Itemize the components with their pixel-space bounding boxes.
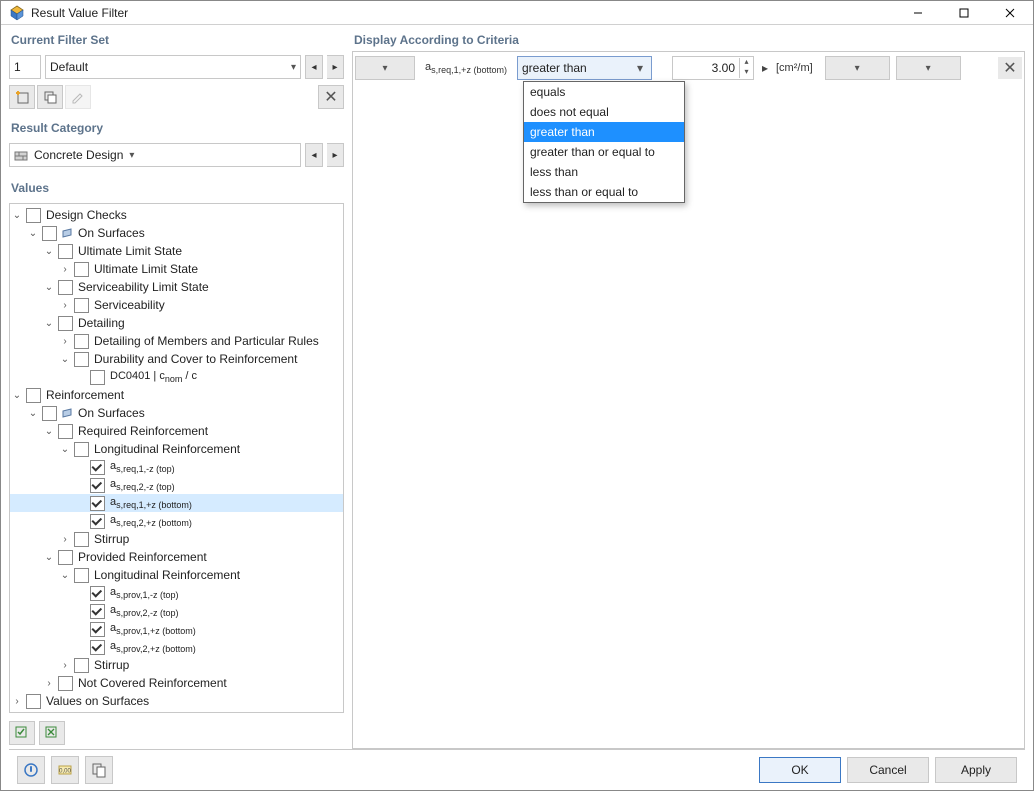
category-select[interactable]: Concrete Design ▾ (9, 143, 301, 167)
tree-node-values-on-surfaces[interactable]: › Values on Surfaces (10, 692, 343, 710)
tree-node-req-1-pz[interactable]: as,req,1,+z (bottom) (10, 494, 343, 512)
tree-node-uls[interactable]: ⌄ Ultimate Limit State (10, 242, 343, 260)
details-button[interactable] (17, 756, 45, 784)
units-button[interactable]: 0,00 (51, 756, 79, 784)
filter-set-next-button[interactable]: ▸ (327, 55, 344, 79)
tree-node-prov-1-mz[interactable]: as,prov,1,-z (top) (10, 584, 343, 602)
deselect-all-button[interactable] (39, 721, 65, 745)
tree-node-req-stirrup[interactable]: › Stirrup (10, 530, 343, 548)
operator-option-not-equal[interactable]: does not equal (524, 102, 684, 122)
tree-node-detailing[interactable]: ⌄ Detailing (10, 314, 343, 332)
tree-node-prov-2-pz[interactable]: as,prov,2,+z (bottom) (10, 638, 343, 656)
tree-node-prov-stirrup[interactable]: › Stirrup (10, 656, 343, 674)
tree-node-req-2-mz[interactable]: as,req,2,-z (top) (10, 476, 343, 494)
criteria-logic-select[interactable]: ▾ (355, 56, 415, 80)
tree-node-uls-child[interactable]: › Ultimate Limit State (10, 260, 343, 278)
apply-button[interactable]: Apply (935, 757, 1017, 783)
tree-node-design-checks[interactable]: ⌄ Design Checks (10, 206, 343, 224)
arrow-right-icon: ▸ (760, 61, 770, 75)
tree-node-detailing-child[interactable]: › Detailing of Members and Particular Ru… (10, 332, 343, 350)
criteria-param-label: as,req,1,+z (bottom) (421, 61, 511, 75)
copy-button[interactable] (85, 756, 113, 784)
filter-set-name: Default (50, 60, 88, 74)
criteria-extra-select-1[interactable]: ▾ (825, 56, 890, 80)
tree-node-reinforcement[interactable]: ⌄ Reinforcement (10, 386, 343, 404)
tree-node-on-surfaces[interactable]: ⌄ On Surfaces (10, 224, 343, 242)
svg-text:0,00: 0,00 (59, 769, 71, 775)
category-heading: Result Category (9, 119, 344, 139)
criteria-remove-button[interactable]: ✕ (998, 57, 1022, 79)
titlebar: Result Value Filter (1, 1, 1033, 25)
operator-option-lte[interactable]: less than or equal to (524, 182, 684, 202)
values-tree[interactable]: ⌄ Design Checks ⌄ On Surfaces ⌄ Ultimate… (9, 203, 344, 713)
filter-set-prev-button[interactable]: ◂ (305, 55, 323, 79)
criteria-value-input[interactable]: 3.00 ▴ ▾ (672, 56, 754, 80)
category-next-button[interactable]: ▸ (327, 143, 344, 167)
tree-node-prov-1-pz[interactable]: as,prov,1,+z (bottom) (10, 620, 343, 638)
tree-node-prov-2-mz[interactable]: as,prov,2,-z (top) (10, 602, 343, 620)
filter-set-heading: Current Filter Set (9, 31, 344, 51)
surface-icon (61, 227, 73, 239)
tree-node-dc0401[interactable]: DC0401 | cnom / c (10, 368, 343, 386)
operator-option-gte[interactable]: greater than or equal to (524, 142, 684, 162)
category-name: Concrete Design (34, 148, 123, 162)
tree-node-reinf-on-surfaces[interactable]: ⌄ On Surfaces (10, 404, 343, 422)
criteria-row: ▾ as,req,1,+z (bottom) greater than ▾ 3.… (353, 52, 1024, 84)
tree-node-req-2-pz[interactable]: as,req,2,+z (bottom) (10, 512, 343, 530)
chevron-down-icon: ▾ (129, 150, 134, 161)
surface-icon (61, 407, 73, 419)
operator-option-greater-than[interactable]: greater than (524, 122, 684, 142)
operator-dropdown[interactable]: equals does not equal greater than great… (523, 81, 685, 203)
filter-set-index: 1 (9, 55, 41, 79)
dialog-footer: 0,00 OK Cancel Apply (9, 749, 1025, 790)
rename-filter-set-button (65, 85, 91, 109)
tree-node-sls-child[interactable]: › Serviceability (10, 296, 343, 314)
concrete-icon (14, 148, 28, 162)
tree-node-not-covered[interactable]: › Not Covered Reinforcement (10, 674, 343, 692)
tree-node-req-long[interactable]: ⌄ Longitudinal Reinforcement (10, 440, 343, 458)
select-all-button[interactable] (9, 721, 35, 745)
operator-option-less-than[interactable]: less than (524, 162, 684, 182)
category-prev-button[interactable]: ◂ (305, 143, 323, 167)
value-step-down[interactable]: ▾ (739, 68, 753, 78)
operator-option-equals[interactable]: equals (524, 82, 684, 102)
cancel-button[interactable]: Cancel (847, 757, 929, 783)
criteria-extra-select-2[interactable]: ▾ (896, 56, 961, 80)
tree-node-durability[interactable]: ⌄ Durability and Cover to Reinforcement (10, 350, 343, 368)
tree-node-required[interactable]: ⌄ Required Reinforcement (10, 422, 343, 440)
tree-node-sls[interactable]: ⌄ Serviceability Limit State (10, 278, 343, 296)
ok-button[interactable]: OK (759, 757, 841, 783)
criteria-operator-select[interactable]: greater than ▾ (517, 56, 652, 80)
new-filter-set-button[interactable] (9, 85, 35, 109)
window-title: Result Value Filter (31, 6, 895, 20)
tree-node-prov-long[interactable]: ⌄ Longitudinal Reinforcement (10, 566, 343, 584)
copy-filter-set-button[interactable] (37, 85, 63, 109)
chevron-down-icon: ▾ (291, 62, 296, 73)
tree-node-req-1-mz[interactable]: as,req,1,-z (top) (10, 458, 343, 476)
criteria-heading: Display According to Criteria (352, 31, 1025, 51)
filter-set-select[interactable]: Default ▾ (45, 55, 301, 79)
criteria-unit: [cm²/m] (776, 62, 813, 74)
values-heading: Values (9, 179, 344, 199)
close-button[interactable] (987, 1, 1033, 24)
tree-node-provided[interactable]: ⌄ Provided Reinforcement (10, 548, 343, 566)
minimize-button[interactable] (895, 1, 941, 24)
app-icon (9, 5, 25, 21)
delete-filter-set-button[interactable]: ✕ (318, 85, 344, 109)
chevron-down-icon: ▾ (633, 61, 647, 75)
maximize-button[interactable] (941, 1, 987, 24)
